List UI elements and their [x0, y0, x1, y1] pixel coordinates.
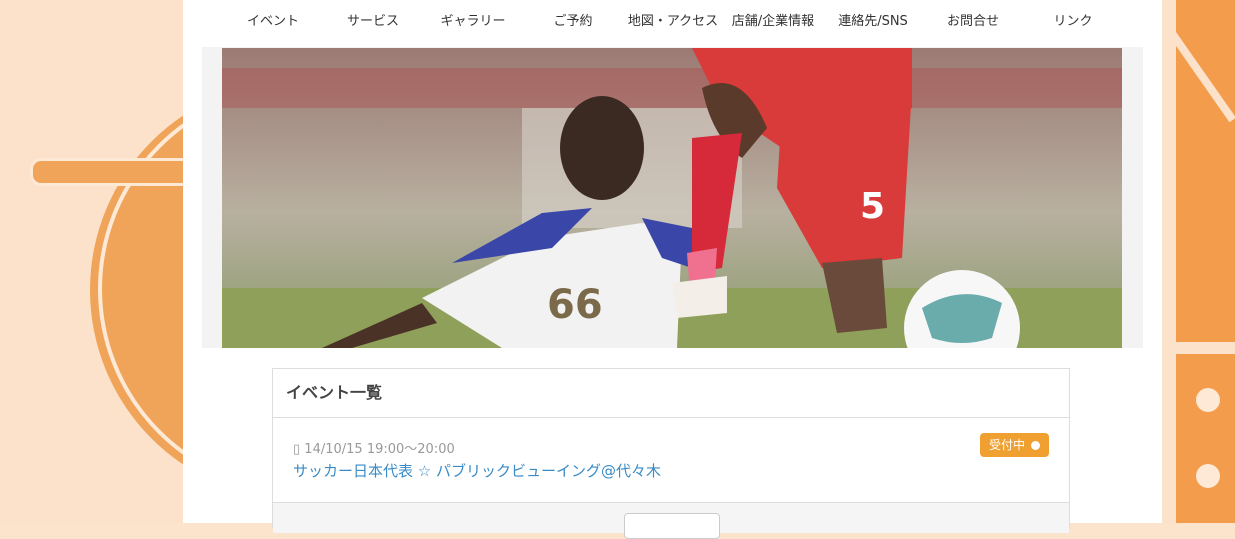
event-title-link[interactable]: サッカー日本代表 ☆ パブリックビューイング@代々木: [293, 460, 661, 481]
event-list-heading: イベント一覧: [273, 369, 1069, 418]
main-nav: イベント サービス ギャラリー ご予約 地図・アクセス 店舗/企業情報 連絡先/…: [223, 0, 1123, 46]
event-date: ▯ 14/10/15 19:00〜20:00: [293, 438, 455, 457]
background-right-decoration: [1162, 0, 1235, 523]
nav-item-events[interactable]: イベント: [223, 0, 323, 46]
status-badge: 受付中: [979, 433, 1049, 457]
more-events-button[interactable]: [624, 513, 720, 539]
event-list-footer: [273, 503, 1069, 539]
nav-item-map-access[interactable]: 地図・アクセス: [623, 0, 723, 46]
event-date-text: 14/10/15 19:00〜20:00: [304, 442, 455, 457]
nav-item-gallery[interactable]: ギャラリー: [423, 0, 523, 46]
status-badge-label: 受付中: [988, 438, 1025, 452]
nav-item-links[interactable]: リンク: [1023, 0, 1123, 46]
left-player-number: 66: [547, 282, 603, 328]
background-left-decoration: [0, 0, 183, 523]
status-dot-icon: [1031, 440, 1040, 450]
nav-item-reservation[interactable]: ご予約: [523, 0, 623, 46]
nav-item-inquiry[interactable]: お問合せ: [923, 0, 1023, 46]
page-container: イベント サービス ギャラリー ご予約 地図・アクセス 店舗/企業情報 連絡先/…: [183, 0, 1162, 539]
nav-item-contact-sns[interactable]: 連絡先/SNS: [823, 0, 923, 46]
nav-item-company-info[interactable]: 店舗/企業情報: [723, 0, 823, 46]
list-item: ▯ 14/10/15 19:00〜20:00 サッカー日本代表 ☆ パブリックビ…: [273, 418, 1069, 503]
nav-item-services[interactable]: サービス: [323, 0, 423, 46]
soccer-photo-illustration: 66 5: [222, 48, 1122, 348]
calendar-icon: ▯: [293, 442, 301, 457]
right-player-number: 5: [860, 186, 885, 227]
event-list-panel: イベント一覧 ▯ 14/10/15 19:00〜20:00 サッカー日本代表 ☆…: [272, 368, 1070, 539]
hero-image: 66 5: [222, 48, 1122, 348]
